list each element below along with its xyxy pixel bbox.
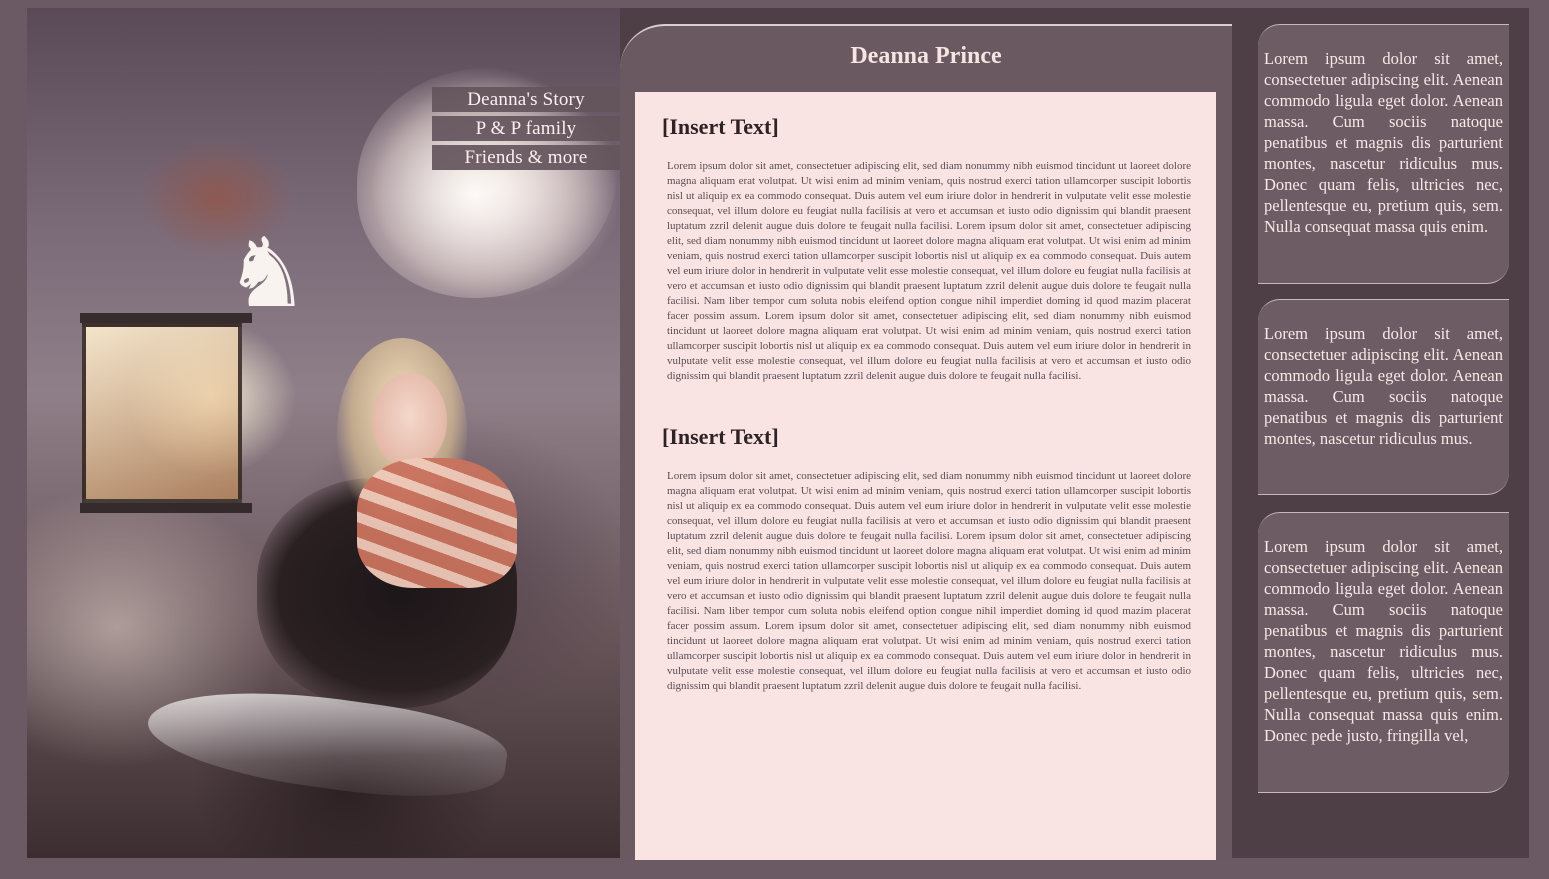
main-panel: Deanna Prince [Insert Text] Lorem ipsum …: [620, 24, 1232, 860]
character-figure-shirt: [357, 458, 517, 588]
section-body: Lorem ipsum dolor sit amet, consectetuer…: [667, 160, 1191, 382]
section-heading: [Insert Text]: [662, 114, 779, 139]
lantern-icon: [80, 313, 252, 513]
stag-icon: ♞: [223, 217, 311, 329]
sidebar-box: Lorem ipsum dolor sit amet, consectetuer…: [1258, 299, 1509, 495]
nav-link-pp-family[interactable]: P & P family: [432, 116, 620, 141]
sidebar-box: Lorem ipsum dolor sit amet, consectetuer…: [1258, 24, 1509, 284]
nav-link-friends-more[interactable]: Friends & more: [432, 145, 620, 170]
content-section: [Insert Text] Lorem ipsum dolor sit amet…: [662, 424, 1191, 694]
section-body: Lorem ipsum dolor sit amet, consectetuer…: [667, 470, 1191, 692]
character-figure-face: [372, 373, 447, 468]
main-nav: Deanna's Story P & P family Friends & mo…: [432, 87, 620, 174]
page-title: Deanna Prince: [850, 43, 1002, 69]
section-heading: [Insert Text]: [662, 424, 779, 449]
sidebar-box: Lorem ipsum dolor sit amet, consectetuer…: [1258, 512, 1509, 793]
nav-link-deannas-story[interactable]: Deanna's Story: [432, 87, 620, 112]
content-section: [Insert Text] Lorem ipsum dolor sit amet…: [662, 114, 1191, 384]
content-area[interactable]: [Insert Text] Lorem ipsum dolor sit amet…: [635, 92, 1216, 860]
